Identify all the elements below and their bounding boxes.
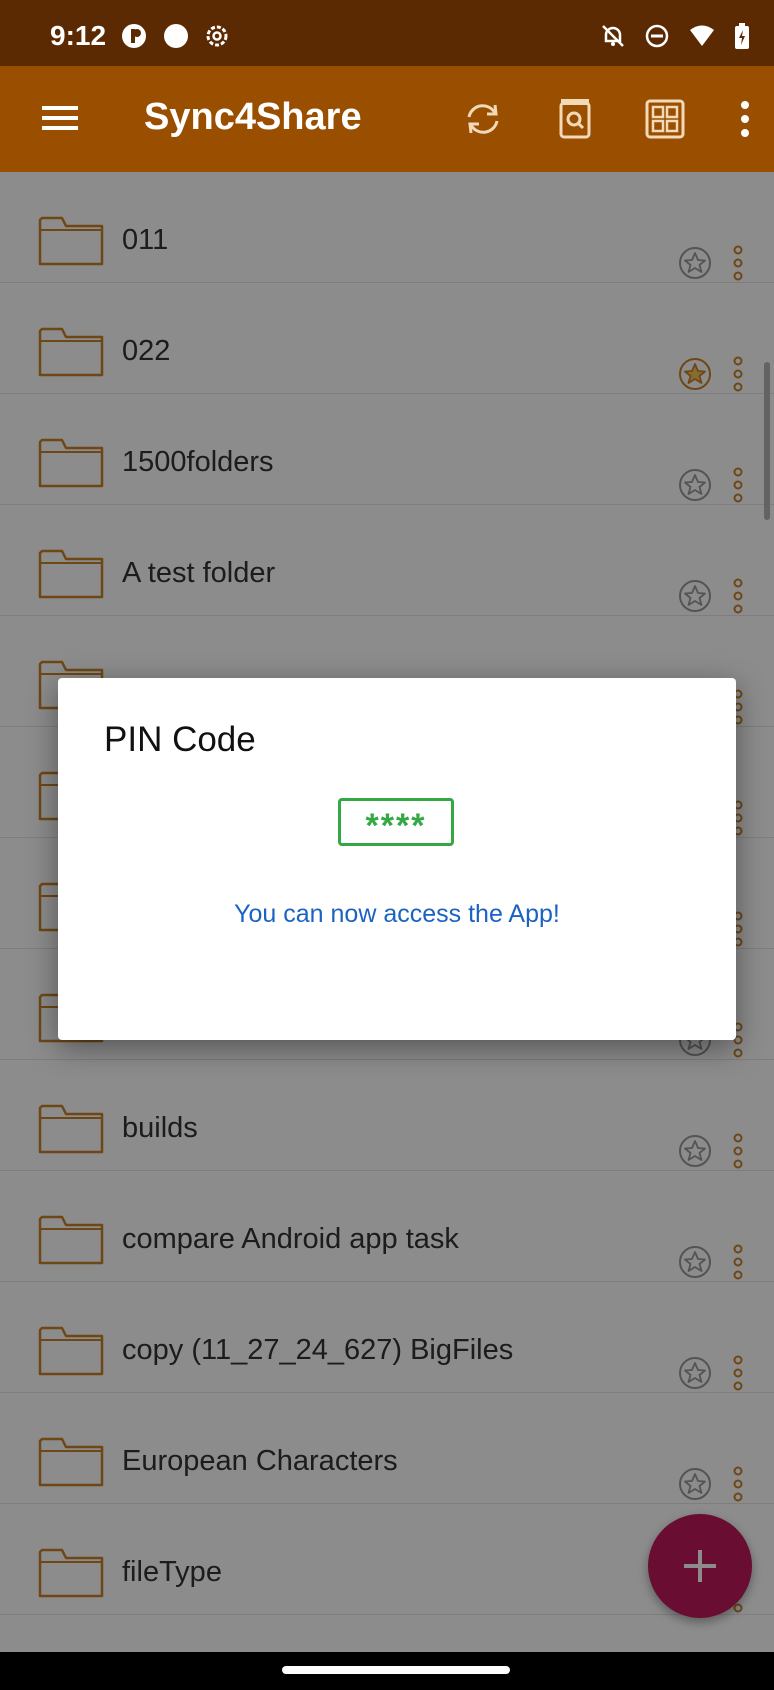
status-time: 9:12 xyxy=(50,20,107,51)
grid-view-button[interactable] xyxy=(642,96,688,142)
hamburger-menu-icon xyxy=(42,106,78,130)
dialog-title: PIN Code xyxy=(104,720,256,759)
status-bar: 9:12 xyxy=(0,0,774,66)
status-right-icons xyxy=(600,22,750,55)
wifi-icon xyxy=(688,23,716,54)
search-storage-icon xyxy=(559,99,591,139)
do-not-disturb-icon xyxy=(644,23,670,54)
sync-button[interactable] xyxy=(460,96,506,142)
overflow-menu-button[interactable] xyxy=(722,96,768,142)
screen: 9:12 Sync4Share 011 022 1500folders A te… xyxy=(0,0,774,1690)
notifications-off-icon xyxy=(600,23,626,54)
settings-notification-icon xyxy=(204,23,230,54)
navigation-bar xyxy=(0,1652,774,1690)
grid-view-icon xyxy=(645,99,685,139)
app-notification-icon xyxy=(120,22,148,55)
app-bar: Sync4Share xyxy=(0,66,774,172)
dot-notification-icon xyxy=(162,22,190,55)
more-vert-icon xyxy=(741,101,749,137)
home-gesture-handle[interactable] xyxy=(282,1666,510,1674)
battery-icon xyxy=(734,22,750,55)
pin-input[interactable]: **** xyxy=(338,798,454,846)
sync-icon xyxy=(467,104,499,134)
search-storage-button[interactable] xyxy=(552,96,598,142)
pin-dialog: PIN Code **** You can now access the App… xyxy=(58,678,736,1040)
menu-button[interactable] xyxy=(40,98,80,138)
access-message: You can now access the App! xyxy=(234,900,560,928)
status-left-icons xyxy=(120,22,230,55)
app-title: Sync4Share xyxy=(144,96,362,138)
